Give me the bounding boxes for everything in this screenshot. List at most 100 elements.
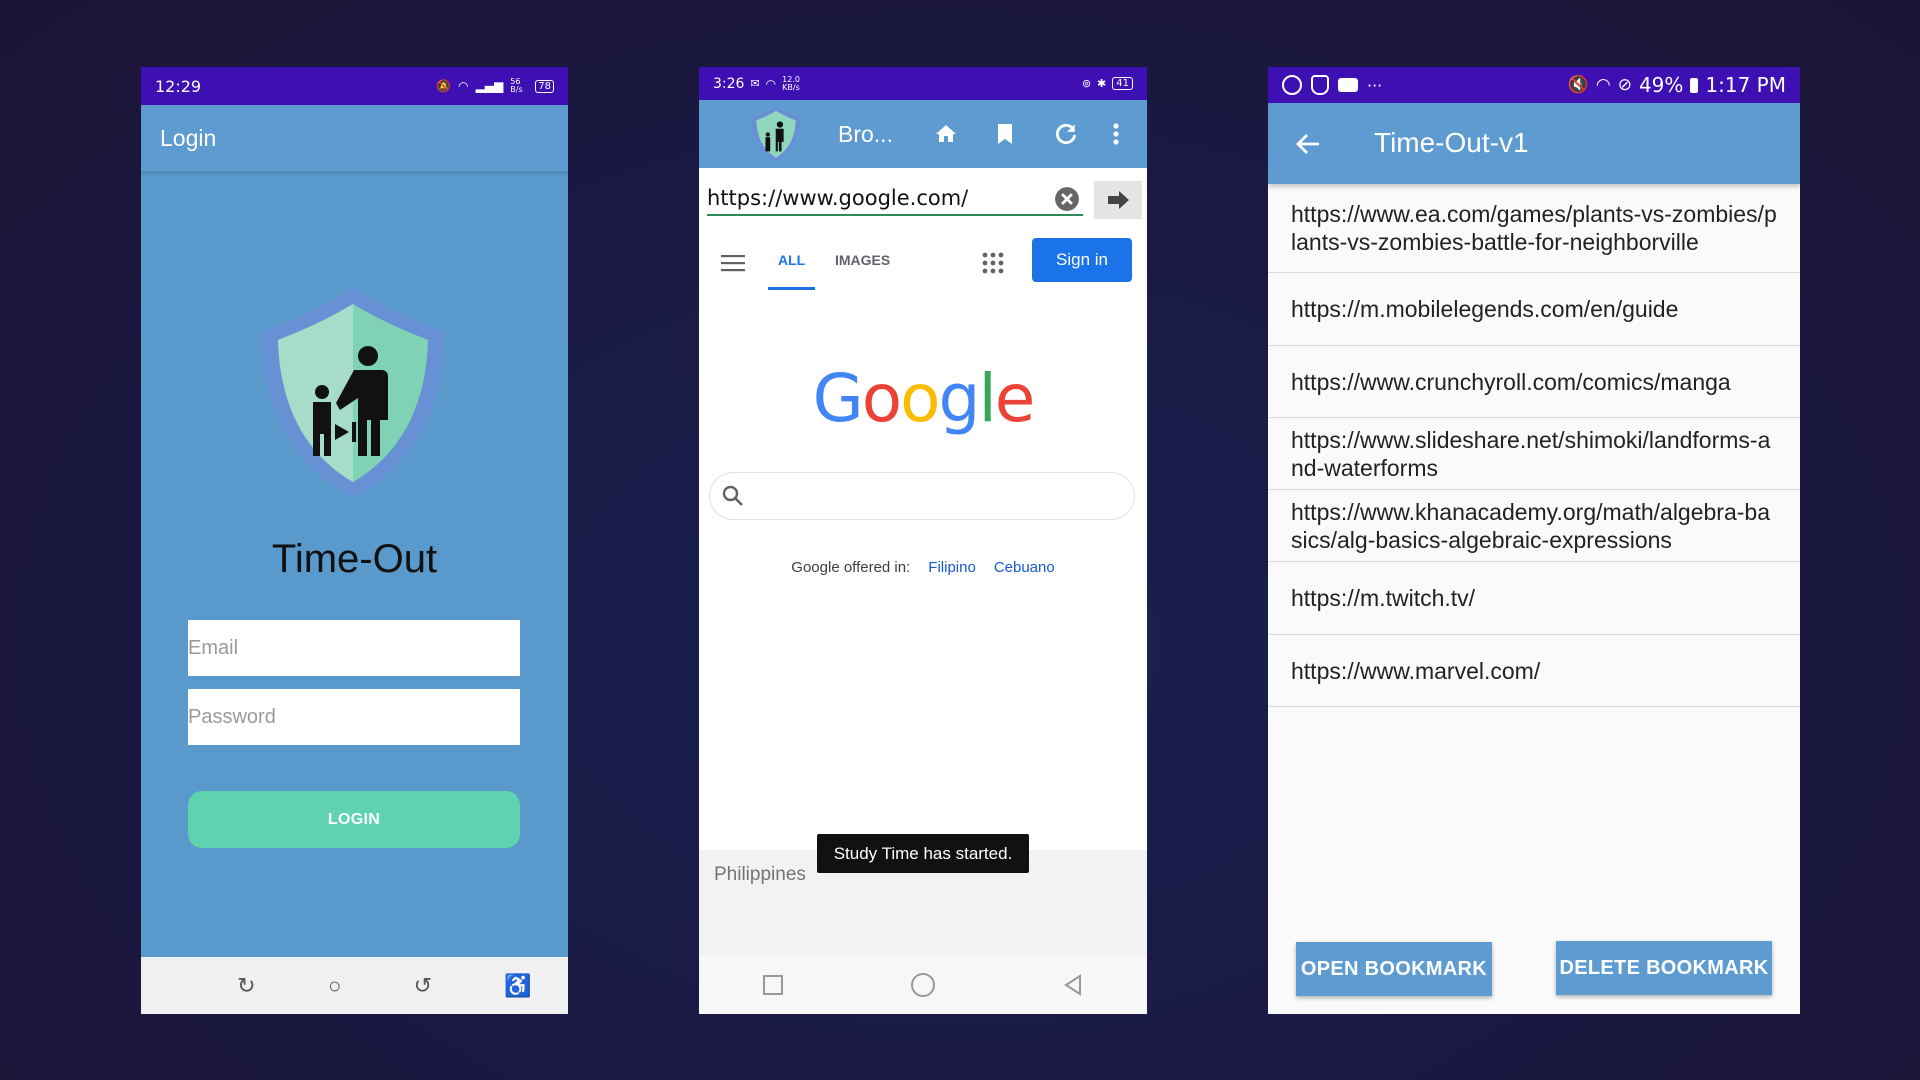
app-shield-icon — [752, 106, 800, 162]
mute-bell-icon: 🔕 — [436, 79, 452, 93]
open-bookmark-button[interactable]: OPEN BOOKMARK — [1296, 942, 1492, 996]
delete-bookmark-label: DELETE BOOKMARK — [1559, 956, 1769, 979]
system-nav-bar: ↻ ○ ↺ ♿ — [141, 957, 568, 1014]
sign-in-button[interactable]: Sign in — [1032, 238, 1132, 282]
offered-in-row: Google offered in: Filipino Cebuano — [699, 559, 1147, 576]
bookmark-item[interactable]: https://www.crunchyroll.com/comics/manga — [1268, 346, 1800, 418]
bookmarks-phone-screen: ··· 🔇 ◠ ⊘ 49% 1:17 PM Time-Out-v1 https:… — [1268, 67, 1800, 1014]
battery-level: 49% — [1638, 73, 1684, 97]
google-search-input[interactable] — [709, 472, 1135, 520]
bluetooth-icon: ✱ — [1097, 77, 1107, 90]
status-bar: 3:26 ✉ ◠ 12.0 KB/s ⊚ ✱ 41 — [699, 67, 1147, 100]
url-bar — [699, 168, 1147, 226]
recent-apps-icon[interactable] — [763, 975, 783, 995]
url-input[interactable] — [707, 182, 1083, 216]
google-logo-letter: e — [994, 360, 1036, 437]
status-time: 1:17 PM — [1705, 73, 1786, 97]
alarm-icon: ⊚ — [1081, 77, 1092, 90]
battery-icon: 78 — [535, 79, 554, 93]
bookmark-icon[interactable] — [994, 122, 1016, 146]
clear-url-icon[interactable] — [1054, 186, 1080, 212]
back-arrow-icon[interactable] — [1295, 132, 1321, 156]
go-button[interactable] — [1094, 181, 1142, 219]
delete-bookmark-button[interactable]: DELETE BOOKMARK — [1556, 941, 1772, 995]
status-bar: 12:29 🔕 ◠ ▂▄▆ 56 B/s 78 — [141, 67, 568, 105]
back-icon[interactable] — [1063, 974, 1083, 996]
app-bar: Time-Out-v1 — [1268, 103, 1800, 184]
status-time: 12:29 — [155, 76, 202, 96]
arrow-right-icon — [1108, 191, 1129, 209]
bookmark-item[interactable]: https://www.ea.com/games/plants-vs-zombi… — [1268, 184, 1800, 273]
net-speed: 12.0 KB/s — [782, 74, 800, 92]
language-link-filipino[interactable]: Filipino — [928, 559, 976, 576]
bookmark-item[interactable]: https://www.khanacademy.org/math/algebra… — [1268, 490, 1800, 562]
footer-country: Philippines — [714, 864, 806, 885]
bookmark-url: https://www.slideshare.net/shimoki/landf… — [1291, 426, 1771, 481]
battery-icon: 41 — [1112, 77, 1133, 90]
open-bookmark-label: OPEN BOOKMARK — [1300, 957, 1488, 980]
bookmark-item[interactable]: https://www.slideshare.net/shimoki/landf… — [1268, 418, 1800, 490]
bookmark-item[interactable]: https://m.twitch.tv/ — [1268, 562, 1800, 635]
search-icon — [722, 485, 743, 506]
youtube-icon — [1338, 78, 1358, 92]
tab-all[interactable]: ALL — [778, 252, 805, 268]
mute-icon: 🔇 — [1567, 75, 1589, 95]
messenger-icon — [1282, 75, 1302, 95]
app-name: Time-Out — [271, 537, 438, 581]
login-phone-screen: 12:29 🔕 ◠ ▂▄▆ 56 B/s 78 Login Time-Out L… — [141, 67, 568, 1014]
google-logo-letter: G — [812, 360, 864, 437]
time-out-shield-logo — [262, 288, 444, 498]
bookmark-list: https://www.ea.com/games/plants-vs-zombi… — [1268, 184, 1800, 707]
google-logo-letter: l — [978, 360, 996, 437]
google-nav: ALL IMAGES Sign in — [699, 232, 1147, 294]
bookmark-url: https://www.ea.com/games/plants-vs-zombi… — [1291, 201, 1777, 255]
recent-apps-icon[interactable]: ↻ — [237, 973, 255, 999]
google-footer-links — [699, 898, 1147, 956]
page-title: Login — [160, 124, 217, 151]
home-icon[interactable]: ○ — [328, 973, 341, 999]
login-button[interactable]: LOGIN — [188, 791, 520, 848]
browser-title: Bro... — [838, 121, 893, 147]
battery-icon — [1690, 77, 1699, 93]
wifi-icon: ◠ — [765, 76, 777, 91]
bookmark-item[interactable]: https://m.mobilelegends.com/en/guide — [1268, 273, 1800, 346]
bookmark-url: https://www.khanacademy.org/math/algebra… — [1291, 498, 1770, 553]
toast-message: Study Time has started. — [817, 834, 1029, 873]
browser-toolbar: Bro... — [699, 100, 1147, 168]
app-bar: Login — [141, 105, 568, 172]
apps-grid-icon[interactable] — [982, 252, 1004, 274]
browser-phone-screen: 3:26 ✉ ◠ 12.0 KB/s ⊚ ✱ 41 Bro... https:/… — [699, 67, 1147, 1014]
hamburger-menu-icon[interactable] — [721, 254, 745, 272]
system-nav-bar — [699, 956, 1147, 1014]
page-title: Time-Out-v1 — [1374, 127, 1529, 158]
accessibility-icon[interactable]: ♿ — [504, 973, 531, 999]
google-logo-letter: o — [900, 360, 940, 437]
wifi-icon: ◠ — [458, 79, 469, 93]
active-tab-indicator — [768, 287, 815, 290]
tab-images[interactable]: IMAGES — [835, 252, 890, 268]
password-field[interactable] — [188, 689, 520, 745]
status-bar: ··· 🔇 ◠ ⊘ 49% 1:17 PM — [1268, 67, 1800, 103]
shield-status-icon — [1311, 75, 1329, 95]
google-logo-letter: o — [861, 360, 902, 437]
email-field[interactable] — [188, 620, 520, 676]
bookmark-url: https://m.twitch.tv/ — [1291, 585, 1476, 611]
offered-label: Google offered in: — [791, 559, 911, 576]
refresh-icon[interactable] — [1053, 121, 1079, 147]
bookmark-url: https://m.mobilelegends.com/en/guide — [1291, 296, 1679, 322]
language-link-cebuano[interactable]: Cebuano — [994, 559, 1055, 576]
block-icon: ⊘ — [1617, 75, 1632, 95]
back-icon[interactable]: ↺ — [414, 973, 432, 999]
more-notifications-icon: ··· — [1367, 75, 1383, 95]
home-icon[interactable] — [933, 122, 959, 146]
message-icon: ✉ — [750, 77, 760, 90]
bookmark-item[interactable]: https://www.marvel.com/ — [1268, 635, 1800, 707]
google-logo-letter: g — [938, 360, 981, 437]
home-icon[interactable] — [911, 973, 935, 997]
login-button-label: LOGIN — [327, 810, 381, 828]
bookmark-url: https://www.crunchyroll.com/comics/manga — [1291, 368, 1731, 395]
more-vert-icon[interactable] — [1112, 122, 1120, 146]
wifi-icon: ◠ — [1595, 75, 1611, 95]
status-time: 3:26 — [713, 75, 745, 92]
google-logo: Google — [699, 360, 1147, 437]
